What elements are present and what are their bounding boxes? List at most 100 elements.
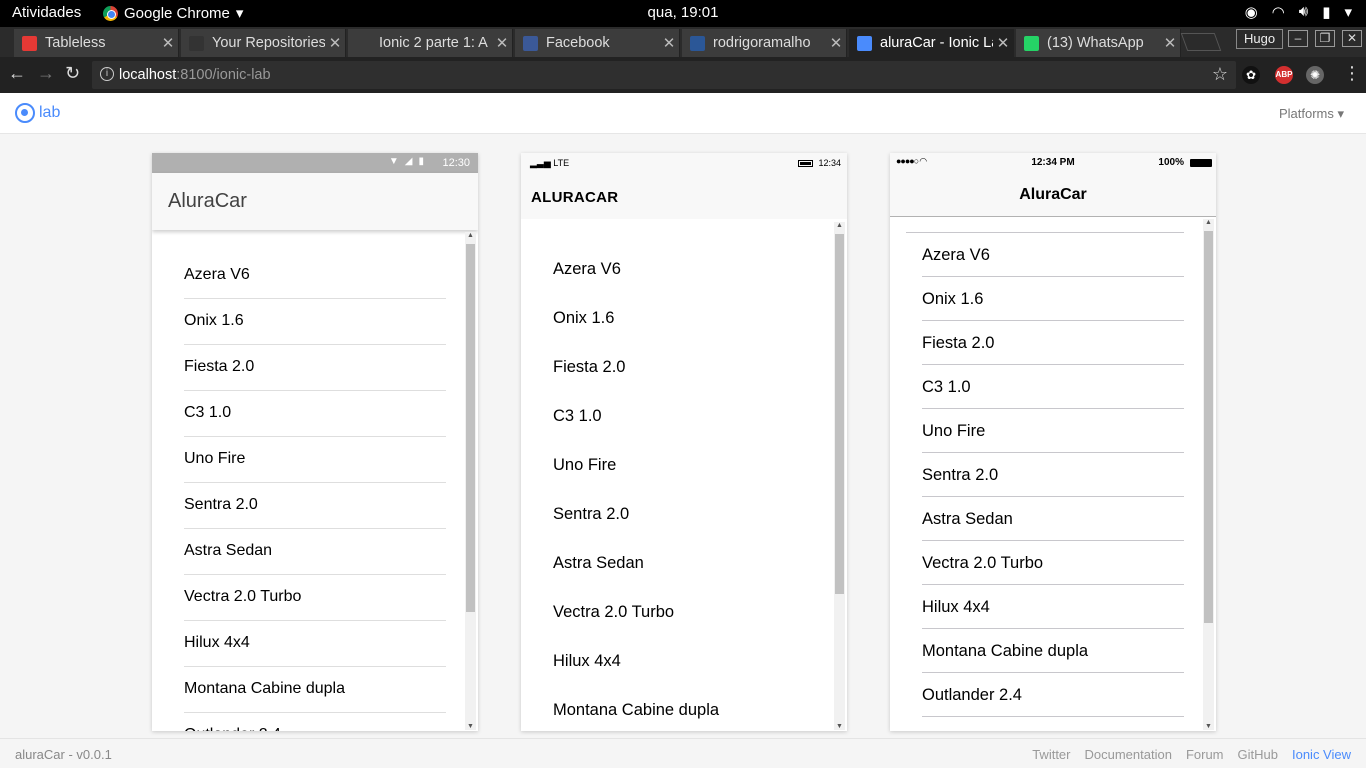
gnome-top-bar: Atividades Google Chrome ▾ qua, 19:01 ◉ …	[0, 0, 1366, 27]
footer-link-ionic-view[interactable]: Ionic View	[1292, 747, 1351, 762]
car-list-item[interactable]: Onix 1.6	[922, 277, 1184, 321]
browser-tab[interactable]: Your Repositories ✕	[181, 29, 346, 57]
tab-close-icon[interactable]: ✕	[1160, 34, 1180, 52]
paw-extension-icon[interactable]: ✿	[1242, 66, 1260, 84]
forward-icon[interactable]: →	[37, 63, 55, 84]
car-list-item[interactable]: Hilux 4x4	[553, 635, 833, 684]
car-list-item[interactable]: C3 1.0	[553, 390, 833, 439]
car-list-item[interactable]: Fiesta 2.0	[184, 345, 446, 391]
car-list-item[interactable]: Hilux 4x4	[922, 585, 1184, 629]
chevron-down-icon: ▾	[1344, 4, 1352, 21]
car-list-item[interactable]: Onix 1.6	[184, 299, 446, 345]
car-list-item[interactable]: Fiesta 2.0	[553, 341, 833, 390]
car-list-item[interactable]: Vectra 2.0 Turbo	[922, 541, 1184, 585]
url-text: localhost:8100/ionic-lab	[119, 67, 271, 83]
new-tab-button[interactable]	[1180, 33, 1222, 51]
car-list-item[interactable]: Montana Cabine dupla	[922, 629, 1184, 673]
browser-toolbar: ← → ↻ i localhost:8100/ionic-lab ☆ ✿ ABP…	[0, 57, 1366, 93]
car-list-item[interactable]: Uno Fire	[184, 437, 446, 483]
battery-icon	[1190, 159, 1212, 167]
car-list-item[interactable]: Fiesta 2.0	[922, 321, 1184, 365]
car-list-item[interactable]: Astra Sedan	[922, 497, 1184, 541]
close-window-button[interactable]: ✕	[1342, 30, 1362, 47]
car-list-item[interactable]: Vectra 2.0 Turbo	[184, 575, 446, 621]
address-bar[interactable]: i localhost:8100/ionic-lab ☆	[92, 61, 1236, 89]
clock[interactable]: qua, 19:01	[0, 4, 1366, 21]
reload-icon[interactable]: ↻	[65, 63, 80, 84]
car-list-item[interactable]: Onix 1.6	[553, 292, 833, 341]
car-list-item[interactable]: Sentra 2.0	[184, 483, 446, 529]
car-list-item[interactable]: Vectra 2.0 Turbo	[553, 586, 833, 635]
tab-close-icon[interactable]: ✕	[659, 34, 679, 52]
car-list-item[interactable]: Hilux 4x4	[184, 621, 446, 667]
url-path: :8100/ionic-lab	[176, 67, 271, 83]
browser-tab[interactable]: Ionic 2 parte 1: A ✕	[348, 29, 513, 57]
menu-kebab-icon[interactable]: ⋮	[1343, 63, 1361, 84]
ionic-lab-footer: aluraCar - v0.0.1 Twitter Documentation Fo…	[0, 738, 1366, 768]
android-scrollbar[interactable]: ▲ ▼	[465, 232, 476, 730]
adblock-extension-icon[interactable]: ABP	[1275, 66, 1293, 84]
tab-title: aluraCar - Ionic Lab	[880, 35, 993, 51]
tab-title: (13) WhatsApp	[1047, 35, 1144, 51]
scroll-up-icon[interactable]: ▲	[834, 222, 845, 229]
android-toolbar: AluraCar	[152, 173, 478, 230]
tab-favicon-icon	[857, 35, 872, 51]
minimize-button[interactable]: –	[1288, 30, 1308, 47]
ionic-lab-logo[interactable]: lab	[15, 103, 60, 123]
windows-scrollbar[interactable]: ▲ ▼	[834, 222, 845, 730]
platforms-dropdown[interactable]: Platforms ▾	[1279, 106, 1344, 122]
tab-close-icon[interactable]: ✕	[158, 34, 178, 52]
car-list-item[interactable]: Azera V6	[922, 233, 1184, 277]
browser-tab[interactable]: aluraCar - Ionic Lab✕	[849, 29, 1014, 57]
car-list-item[interactable]: Sentra 2.0	[922, 453, 1184, 497]
car-list-item[interactable]: Azera V6	[553, 243, 833, 292]
wifi-icon: ◠	[1271, 4, 1285, 21]
car-list-item[interactable]: Montana Cabine dupla	[553, 684, 833, 731]
tab-close-icon[interactable]: ✕	[492, 34, 512, 52]
footer-link-twitter[interactable]: Twitter	[1032, 747, 1070, 762]
profile-button[interactable]: Hugo	[1236, 29, 1284, 49]
car-list-item[interactable]: Azera V6	[184, 253, 446, 299]
car-list-item[interactable]: C3 1.0	[922, 365, 1184, 409]
car-list-item[interactable]: Outlander 2.4	[922, 673, 1184, 717]
scroll-down-icon[interactable]: ▼	[465, 723, 476, 730]
windows-status-bar: ▂▃▅ LTE 12:34	[521, 153, 847, 173]
windows-status-time: 12:34	[818, 158, 841, 168]
car-list-item[interactable]: Astra Sedan	[184, 529, 446, 575]
extension-icon[interactable]: ✺	[1306, 66, 1324, 84]
footer-link-forum[interactable]: Forum	[1186, 747, 1224, 762]
tab-close-icon[interactable]: ✕	[325, 34, 345, 52]
tab-close-icon[interactable]: ✕	[993, 34, 1013, 52]
maximize-button[interactable]: ❐	[1315, 30, 1335, 47]
scroll-up-icon[interactable]: ▲	[1203, 219, 1214, 226]
info-icon[interactable]: i	[100, 67, 114, 81]
car-list-item[interactable]: C3 1.0	[184, 391, 446, 437]
car-list-item[interactable]: Astra Sedan	[553, 537, 833, 586]
browser-tab[interactable]: (13) WhatsApp ✕	[1016, 29, 1181, 57]
windows-network: ▂▃▅ LTE	[530, 158, 569, 169]
scrollbar-thumb[interactable]	[1204, 231, 1213, 623]
bookmark-star-icon[interactable]: ☆	[1212, 64, 1228, 85]
browser-tab[interactable]: rodrigoramalho ✕	[682, 29, 847, 57]
system-tray[interactable]: ◉ ◠ 🔊︎ ▮ ▾	[1245, 3, 1352, 21]
ios-scrollbar[interactable]: ▲ ▼	[1203, 219, 1214, 730]
back-icon[interactable]: ←	[8, 63, 26, 84]
car-list-item[interactable]: Sentra 2.0	[553, 488, 833, 537]
windows-preview: ▂▃▅ LTE 12:34 ALURACAR Azera V6 Onix 1.6 F…	[521, 153, 847, 731]
android-status-bar: ▼◢▮ 12:30	[152, 153, 478, 173]
ios-page-title: AluraCar	[1019, 186, 1087, 203]
browser-tab[interactable]: Tableless ✕	[14, 29, 179, 57]
scroll-down-icon[interactable]: ▼	[834, 723, 845, 730]
car-list-item[interactable]: Outlander 2.4	[184, 713, 446, 731]
scroll-down-icon[interactable]: ▼	[1203, 723, 1214, 730]
footer-link-documentation[interactable]: Documentation	[1085, 747, 1172, 762]
browser-tab[interactable]: Facebook ✕	[515, 29, 680, 57]
scrollbar-thumb[interactable]	[835, 234, 844, 594]
car-list-item[interactable]: Uno Fire	[922, 409, 1184, 453]
footer-link-github[interactable]: GitHub	[1238, 747, 1278, 762]
car-list-item[interactable]: Uno Fire	[553, 439, 833, 488]
scrollbar-thumb[interactable]	[466, 244, 475, 612]
scroll-up-icon[interactable]: ▲	[465, 232, 476, 239]
car-list-item[interactable]: Montana Cabine dupla	[184, 667, 446, 713]
tab-close-icon[interactable]: ✕	[826, 34, 846, 52]
